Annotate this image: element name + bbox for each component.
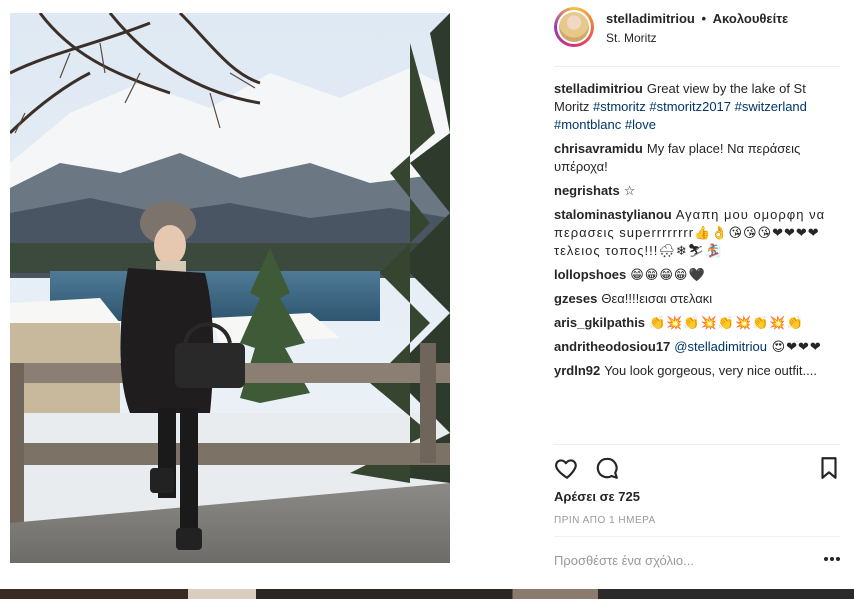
post-photo-image [10, 13, 450, 563]
post-header: stelladimitriou • Ακολουθείτε St. Moritz [554, 5, 840, 59]
hashtag-link[interactable]: #love [625, 117, 656, 132]
comment-username[interactable]: lollopshoes [554, 267, 626, 282]
post-timestamp[interactable]: ΠΡΙΝ ΑΠΟ 1 ΗΜΕΡΑ [554, 515, 656, 526]
like-button[interactable] [554, 455, 580, 481]
comment-item: lollopshoes 😁😁😁😁🖤 [554, 266, 840, 284]
more-options-icon [824, 557, 828, 561]
comment-text: ☆ [623, 183, 636, 198]
avatar-image [559, 12, 589, 42]
add-comment-input[interactable]: Προσθέστε ένα σχόλιο... [554, 553, 694, 568]
comment-username[interactable]: gzeses [554, 291, 597, 306]
related-posts-strip[interactable] [0, 589, 854, 599]
comment-text: Θεα!!!!εισαι στελακι [601, 291, 713, 306]
caption-username[interactable]: stelladimitriou [554, 81, 643, 96]
comment-username[interactable]: chrisavramidu [554, 141, 643, 156]
comment-username[interactable]: negrishats [554, 183, 620, 198]
comments-list: stelladimitriou Great view by the lake of… [554, 80, 840, 386]
save-button[interactable] [816, 455, 842, 481]
avatar[interactable] [554, 7, 594, 47]
comment-item: stalominastylianou Αγαπη μου ομορφη να πε… [554, 206, 840, 260]
comment-username[interactable]: aris_gkilpathis [554, 315, 645, 330]
comment-item: andritheodosiou17 @stelladimitriou 😍❤❤❤ [554, 338, 840, 356]
action-bar [554, 455, 840, 483]
hashtag-link[interactable]: #stmoritz [593, 99, 646, 114]
hashtag-link[interactable]: #switzerland [735, 99, 807, 114]
comment-username[interactable]: yrdln92 [554, 363, 600, 378]
mention-link[interactable]: @stelladimitriou [674, 339, 767, 354]
caption: stelladimitriou Great view by the lake of… [554, 80, 840, 134]
comment-text: 😁😁😁😁🖤 [630, 267, 706, 282]
more-options-icon [830, 557, 834, 561]
comment-item: gzeses Θεα!!!!εισαι στελακι [554, 290, 840, 308]
comment-item: aris_gkilpathis 👏💥👏💥👏💥👏💥👏 [554, 314, 840, 332]
hashtag-link[interactable]: #montblanc [554, 117, 621, 132]
hashtag-link[interactable]: #stmoritz2017 [649, 99, 731, 114]
comment-text: 👏💥👏💥👏💥👏💥👏 [649, 315, 804, 330]
bookmark-icon [821, 457, 837, 479]
header-divider [554, 66, 840, 67]
comment-bubble-icon [596, 457, 618, 479]
more-options-icon [836, 557, 840, 561]
comment-input-divider [554, 536, 840, 537]
post-photo[interactable] [10, 13, 450, 563]
comment-username[interactable]: andritheodosiou17 [554, 339, 670, 354]
comment-text: 😍❤❤❤ [766, 339, 822, 354]
comment-text: You look gorgeous, very nice outfit.... [604, 363, 817, 378]
comment-button[interactable] [594, 455, 620, 481]
avatar-ring [557, 10, 591, 44]
comment-item: negrishats ☆ [554, 182, 840, 200]
separator-dot: • [701, 11, 707, 26]
following-button[interactable]: Ακολουθείτε [713, 11, 789, 26]
username-link[interactable]: stelladimitriou [606, 11, 695, 26]
heart-icon [555, 459, 577, 479]
comment-username[interactable]: stalominastylianou [554, 207, 672, 222]
username-line: stelladimitriou • Ακολουθείτε [606, 11, 788, 26]
actions-divider [554, 444, 840, 445]
comment-item: chrisavramidu My fav place! Να περάσεις υ… [554, 140, 840, 176]
comment-item: yrdln92 You look gorgeous, very nice outf… [554, 362, 840, 380]
location-link[interactable]: St. Moritz [606, 31, 657, 45]
likes-count[interactable]: Αρέσει σε 725 [554, 489, 640, 504]
more-options-button[interactable] [824, 556, 840, 562]
